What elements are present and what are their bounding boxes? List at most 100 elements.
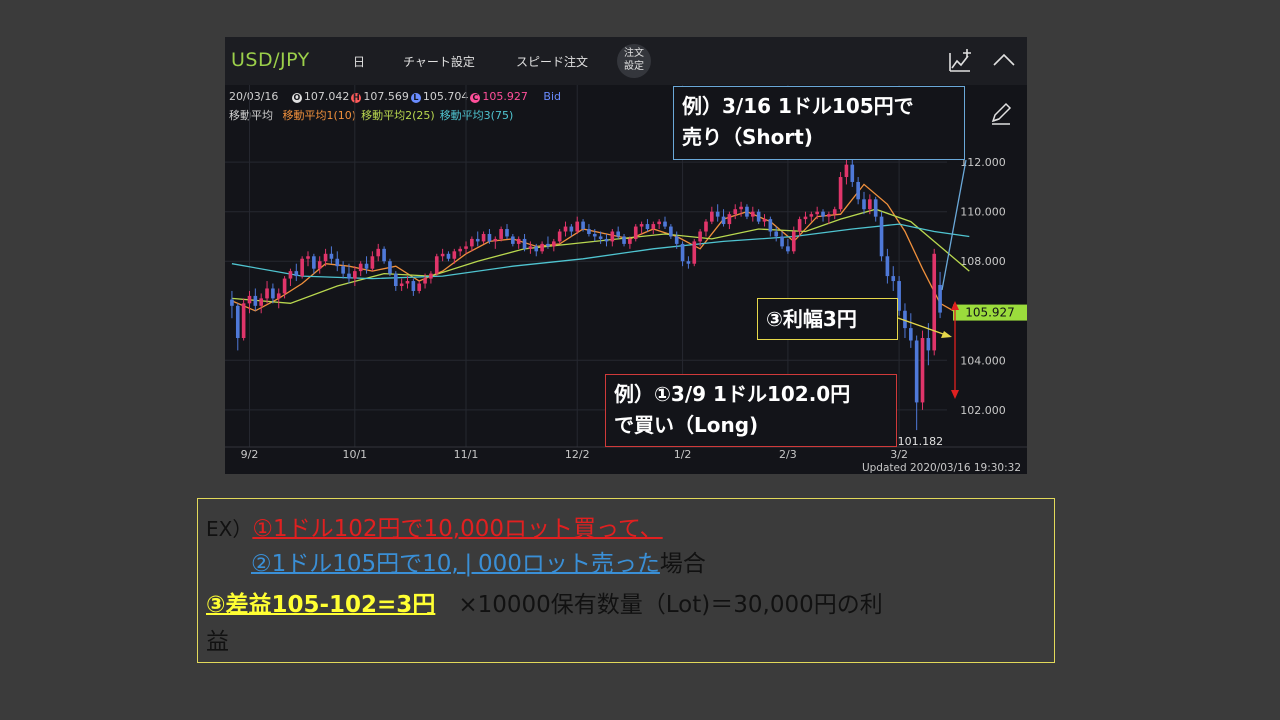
candle-body (569, 226, 574, 232)
candle-body (499, 229, 503, 239)
explanation-line-4: 益 (206, 629, 229, 655)
candle-body (938, 284, 942, 313)
candle-body (786, 246, 790, 252)
candle-body (505, 229, 509, 237)
candle-body (680, 243, 685, 262)
candle-body (908, 328, 913, 341)
candle-body (704, 221, 708, 232)
candle-body (639, 224, 644, 227)
current-price-label: 105.927 (965, 306, 1015, 320)
y-tick-label: 104.000 (960, 354, 1006, 367)
candle-body (546, 243, 550, 247)
x-tick-label: 10/1 (342, 448, 367, 461)
candle-body (581, 221, 585, 230)
candle-body (598, 236, 603, 239)
candle-body (312, 256, 316, 269)
short-annotation-line2: 売り（Short) (682, 125, 813, 149)
ex-case-text: 場合 (659, 551, 706, 577)
candle-body (575, 221, 580, 232)
candle-body (323, 253, 328, 262)
candle-body (411, 281, 416, 291)
x-tick-label: 1/2 (674, 448, 692, 461)
candle-body (645, 224, 650, 230)
profit-annotation: ③利幅3円 (757, 298, 898, 340)
candle-body (686, 261, 691, 264)
candle-body (440, 253, 445, 257)
candle-body (265, 288, 269, 299)
candle-body (429, 273, 433, 279)
candle-body (306, 256, 310, 259)
candle-body (622, 236, 626, 244)
y-tick-label: 112.000 (960, 156, 1006, 169)
candle-body (651, 224, 656, 230)
candle-body (347, 273, 351, 279)
candle-body (393, 273, 398, 286)
candle-body (487, 233, 492, 242)
y-tick-label: 102.000 (960, 404, 1006, 417)
candle-body (516, 238, 521, 244)
pencil-icon[interactable] (987, 99, 1015, 127)
candle-body (405, 281, 410, 284)
candle-body (358, 263, 363, 272)
updated-timestamp: Updated 2020/03/16 19:30:32 (862, 462, 1021, 474)
candle-body (335, 258, 340, 267)
candle-body (388, 261, 392, 274)
candle-body (551, 241, 556, 247)
candle-body (791, 231, 796, 252)
candle-body (903, 310, 907, 329)
candle-body (376, 248, 381, 257)
candle-body (540, 243, 544, 252)
candle-body (253, 295, 258, 306)
moving-average-line (231, 183, 970, 314)
candle-body (698, 231, 702, 242)
candle-body (674, 236, 679, 244)
candle-body (464, 246, 468, 249)
candle-body (780, 236, 784, 247)
candle-body (382, 248, 386, 262)
candle-body (434, 256, 439, 274)
candle-body (774, 231, 779, 237)
ex-calc-text: ×10000保有数量（Lot)＝30,000円の利 (435, 592, 883, 618)
candle-body (850, 164, 855, 182)
candle-body (592, 233, 597, 237)
candle-body (534, 246, 539, 252)
candle-body (528, 246, 533, 249)
candle-body (715, 211, 720, 217)
ex-prefix: EX） (206, 517, 253, 541)
candle-body (862, 199, 866, 210)
candle-body (399, 283, 404, 286)
candle-body (259, 298, 264, 306)
x-tick-label: 11/1 (454, 448, 479, 461)
candle-body (692, 241, 697, 264)
low-label: 101.182 (898, 435, 944, 448)
candle-body (610, 231, 615, 242)
candle-body (838, 177, 843, 210)
candle-body (745, 206, 749, 217)
candle-body (353, 271, 357, 279)
candle-body (856, 181, 860, 200)
candle-body (827, 214, 831, 217)
candle-body (932, 253, 937, 351)
candle-body (914, 340, 919, 403)
candle-body (920, 338, 925, 403)
ex-sell-text: ②1ドル105円で10,❘000ロット売った (251, 551, 660, 577)
short-annotation: 例）3/16 1ドル105円で 売り（Short) (673, 86, 965, 160)
candle-body (844, 164, 849, 178)
candle-body (294, 271, 299, 277)
candle-body (616, 231, 621, 237)
candle-body (511, 236, 515, 244)
candle-body (733, 209, 738, 215)
candle-body (663, 221, 667, 227)
explanation-box: EX）①1ドル102円で10,000ロット買って、 ②1ドル105円で10,❘0… (197, 498, 1055, 663)
candle-body (739, 206, 743, 210)
candle-body (633, 226, 638, 239)
candle-body (452, 251, 457, 259)
ex-profit-text: ③差益105-102=3円 (206, 592, 436, 618)
candle-body (317, 261, 322, 269)
candle-body (458, 248, 462, 252)
candle-body (230, 299, 234, 306)
candle-body (657, 221, 661, 225)
short-annotation-line1: 例）3/16 1ドル105円で (682, 94, 914, 118)
x-tick-label: 3/2 (890, 448, 908, 461)
explanation-line-2: ②1ドル105円で10,❘000ロット売った場合 (251, 544, 706, 578)
